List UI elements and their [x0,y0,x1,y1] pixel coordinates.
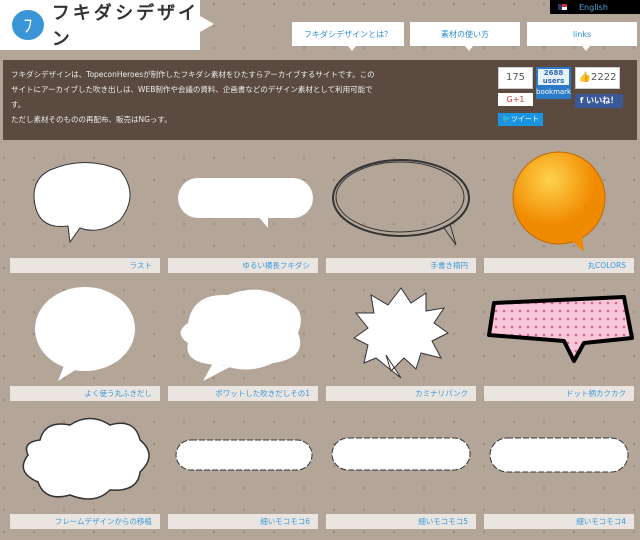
bubble-image[interactable] [168,410,318,515]
bubble-label[interactable]: 細いモコモコ4 [484,514,634,529]
language-switch-english[interactable]: English [550,0,640,14]
bubble-image[interactable] [326,150,476,255]
nav-links[interactable]: links [527,22,637,51]
nav-usage[interactable]: 素材の使い方 [410,22,520,51]
intro-text: フキダシデザインは、TopeconHeroesが制作したフキダシ素材をひたすらア… [11,70,375,109]
bubble-item[interactable] [168,283,318,388]
bubble-image[interactable] [326,410,476,515]
thumbs-up-icon: 👍 [578,72,591,83]
bubble-label[interactable]: よく使う丸ふきだし [10,386,160,401]
gplus-count: 175 [498,67,533,89]
bubble-label[interactable]: ポワットした吹きだしその1 [168,386,318,401]
bubble-image[interactable] [484,283,634,388]
hatena-count: 2688 [543,69,564,77]
bubble-item[interactable] [326,283,476,388]
gplus-button[interactable]: G+1 [498,93,533,106]
bubble-item[interactable] [10,150,160,255]
bubble-image[interactable] [10,150,160,255]
bubble-image[interactable] [168,150,318,255]
bubble-image[interactable] [484,410,634,515]
bubble-label[interactable]: 細いモコモコ5 [326,514,476,529]
fb-label: いいね！ [586,96,619,105]
nav-about[interactable]: フキダシデザインとは？ [292,22,404,51]
bubble-label[interactable]: 手書き楕円 [326,258,476,273]
us-flag-icon [558,4,567,10]
hatena-label: bookmark [536,88,572,96]
logo-text: フキダシデザイン [51,3,200,50]
bubble-item[interactable] [326,150,476,255]
fb-count: 2222 [591,72,617,83]
bubble-item[interactable] [10,283,160,388]
tweet-label: ツイート [510,115,539,123]
bubble-item[interactable] [168,150,318,255]
hatena-bookmark-button[interactable]: 2688 users bookmark [536,67,571,99]
bubble-label[interactable]: 丸COLORS [484,258,634,273]
facebook-like-count: 👍2222 [575,67,620,89]
bubble-item[interactable] [484,283,634,388]
bubble-label[interactable]: カミナリパンク [326,386,476,401]
intro-panel: フキダシデザインは、TopeconHeroesが制作したフキダシ素材をひたすらア… [3,60,637,140]
site-logo[interactable]: ﾌ フキダシデザイン [0,0,214,50]
bubble-image[interactable] [484,150,634,255]
language-label: English [579,2,608,12]
bubble-label[interactable]: ドット柄カクカク [484,386,634,401]
bubble-label[interactable]: 細いモコモコ6 [168,514,318,529]
intro-note: ただし素材そのものの再配布、販売はNGっす。 [11,115,172,124]
bubble-image[interactable] [326,283,476,388]
bubble-label[interactable]: ゆるい横長フキダシ [168,258,318,273]
bubble-item[interactable] [10,410,160,515]
bubble-label[interactable]: ラスト [10,258,160,273]
hatena-users: users [542,77,565,85]
facebook-like-button[interactable]: f いいね！ [575,94,623,108]
bubble-item[interactable] [484,150,634,255]
tweet-button[interactable]: 🐦ツイート [498,113,543,126]
twitter-icon: 🐦 [502,115,511,123]
bubble-label[interactable]: フレームデザインからの移植 [10,514,160,529]
bubble-item[interactable] [326,410,476,515]
bubble-item[interactable] [168,410,318,515]
bubble-item[interactable] [484,410,634,515]
logo-mark-icon: ﾌ [12,10,44,40]
bubble-image[interactable] [168,283,318,388]
bubble-image[interactable] [10,410,160,515]
bubble-image[interactable] [10,283,160,388]
